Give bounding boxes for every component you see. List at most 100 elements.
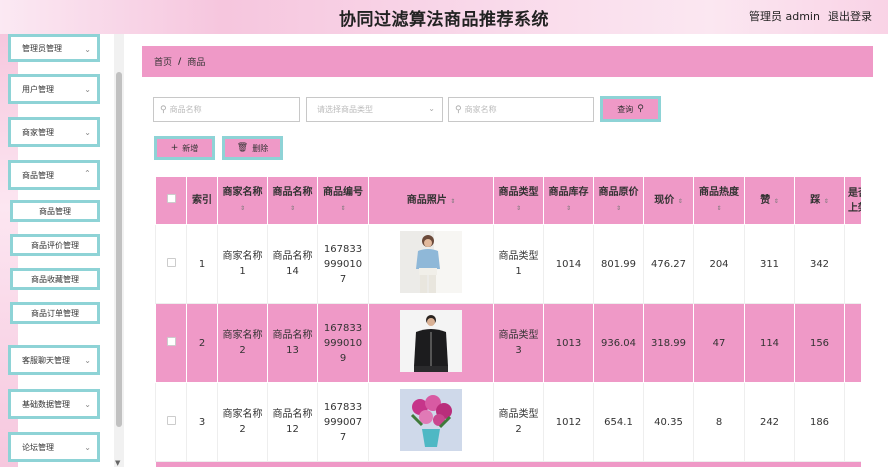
chevron-down-icon: ⌄ xyxy=(84,443,91,452)
sort-icon: ⇕ xyxy=(239,205,246,212)
sort-icon: ⇕ xyxy=(565,205,572,212)
column-header[interactable]: 现价 ⇕ xyxy=(643,176,694,225)
sidebar-subitem-product-reviews[interactable]: 商品评价管理 xyxy=(10,234,100,256)
trash-icon: 🗑 xyxy=(236,143,249,153)
cell-original-price: 936.04 xyxy=(593,303,644,383)
search-icon: ⚲ xyxy=(455,104,462,115)
chevron-down-icon: ⌄ xyxy=(428,104,435,113)
table-row[interactable]: 3 商家名称2 商品名称12 1678339990077 商品类型2 1012 … xyxy=(155,382,861,462)
breadcrumb-home[interactable]: 首页 xyxy=(154,55,172,68)
sidebar-item-label: 管理员管理 xyxy=(22,43,62,53)
cell-likes: 242 xyxy=(744,382,795,462)
sidebar-item-label: 客服聊天管理 xyxy=(22,355,70,365)
cell-extra xyxy=(844,303,861,383)
sort-icon: ⇕ xyxy=(515,205,522,212)
sidebar-item-base-data[interactable]: 基础数据管理 ⌄ xyxy=(8,389,100,419)
row-checkbox[interactable] xyxy=(155,382,187,462)
cell-product: 商品名称12 xyxy=(267,382,318,462)
search-icon: ⚲ xyxy=(637,104,644,114)
column-header[interactable]: 商品库存 ⇕ xyxy=(543,176,594,225)
column-header[interactable]: 商品热度 ⇕ xyxy=(693,176,745,225)
sidebar: 管理员管理 ⌄ 用户管理 ⌄ 商家管理 ⌄ 商品管理 ⌄ 商品管理 商品评价管理… xyxy=(0,34,124,467)
sort-icon: ⇕ xyxy=(677,197,683,205)
sidebar-item-label: 商家管理 xyxy=(22,127,54,137)
cell-type: 商品类型2 xyxy=(493,382,544,462)
column-header[interactable]: 索引 xyxy=(186,176,218,225)
cell-likes: 114 xyxy=(744,303,795,383)
column-header[interactable]: 商品类型 ⇕ xyxy=(493,176,544,225)
scroll-down-arrow-icon[interactable]: ▼ xyxy=(115,459,120,467)
cell-photo[interactable] xyxy=(368,303,494,383)
cell-dislikes: 156 xyxy=(794,303,845,383)
chevron-up-icon: ⌄ xyxy=(84,168,91,177)
sidebar-subitem-label: 商品订单管理 xyxy=(31,308,79,318)
column-header[interactable]: 踩 ⇕ xyxy=(794,176,845,225)
chevron-down-icon: ⌄ xyxy=(84,45,91,54)
chevron-down-icon: ⌄ xyxy=(84,85,91,94)
sidebar-subitem-product-orders[interactable]: 商品订单管理 xyxy=(10,302,100,324)
sidebar-item-admin-management[interactable]: 管理员管理 ⌄ xyxy=(8,34,100,62)
product-type-select[interactable]: 请选择商品类型 ⌄ xyxy=(306,97,443,122)
logout-link[interactable]: 退出登录 xyxy=(828,8,872,24)
row-checkbox[interactable] xyxy=(155,303,187,383)
cell-index: 2 xyxy=(186,303,218,383)
sidebar-item-forum[interactable]: 论坛管理 ⌄ xyxy=(8,432,100,462)
product-name-search-input[interactable]: ⚲ 商品名称 xyxy=(153,97,300,122)
sidebar-scroll-thumb[interactable] xyxy=(116,72,122,427)
column-header[interactable]: 商品名称 ⇕ xyxy=(267,176,318,225)
flower-bouquet-photo xyxy=(400,388,462,451)
select-all-checkbox[interactable] xyxy=(155,176,187,225)
cell-index: 1 xyxy=(186,224,218,304)
column-header[interactable]: 赞 ⇕ xyxy=(744,176,795,225)
cell-extra xyxy=(844,224,861,304)
cell-original-price: 654.1 xyxy=(593,382,644,462)
sidebar-subitem-product-favorites[interactable]: 商品收藏管理 xyxy=(10,268,100,290)
table-row[interactable]: 1 商家名称1 商品名称14 1678339990107 商品类型1 1014 … xyxy=(155,224,861,304)
sort-icon: ⇕ xyxy=(289,205,296,212)
chevron-down-icon: ⌄ xyxy=(84,356,91,365)
add-label: 新增 xyxy=(182,143,199,153)
product-name-placeholder: 商品名称 xyxy=(169,105,202,114)
cell-code: 1678339990077 xyxy=(317,382,369,462)
cell-merchant: 商家名称2 xyxy=(217,303,268,383)
query-button[interactable]: 查询 ⚲ xyxy=(600,96,661,122)
cell-merchant: 商家名称2 xyxy=(217,382,268,462)
cell-original-price: 801.99 xyxy=(593,224,644,304)
sidebar-subitem-products[interactable]: 商品管理 xyxy=(10,200,100,222)
sort-icon: ⇕ xyxy=(773,197,779,205)
sidebar-subitem-label: 商品管理 xyxy=(39,206,71,216)
sidebar-item-merchant-management[interactable]: 商家管理 ⌄ xyxy=(8,117,100,147)
table-header-row: 索引 商家名称 ⇕ 商品名称 ⇕ 商品编号 ⇕ 商品照片 ⇕ 商品类型 ⇕ 商品… xyxy=(155,176,861,225)
column-header[interactable]: 商品编号 ⇕ xyxy=(317,176,369,225)
cell-code: 1678339990107 xyxy=(317,224,369,304)
sidebar-item-user-management[interactable]: 用户管理 ⌄ xyxy=(8,74,100,104)
cell-dislikes: 342 xyxy=(794,224,845,304)
column-header[interactable]: 是否上架 xyxy=(844,176,861,225)
table-row[interactable] xyxy=(155,461,861,467)
plus-icon: + xyxy=(170,143,179,153)
cell-heat: 47 xyxy=(693,303,745,383)
sidebar-subitem-label: 商品评价管理 xyxy=(31,240,79,250)
column-header[interactable]: 商家名称 ⇕ xyxy=(217,176,268,225)
cell-photo[interactable] xyxy=(368,224,494,304)
cell-price: 476.27 xyxy=(643,224,694,304)
cell-photo[interactable] xyxy=(368,382,494,462)
add-button[interactable]: + 新增 xyxy=(154,136,215,160)
table-row[interactable]: 2 商家名称2 商品名称13 1678339990109 商品类型3 1013 xyxy=(155,303,861,383)
column-header[interactable]: 商品照片 ⇕ xyxy=(368,176,494,225)
breadcrumb-separator: / xyxy=(178,56,182,67)
product-type-placeholder: 请选择商品类型 xyxy=(317,105,373,114)
breadcrumb-current: 商品 xyxy=(187,58,206,68)
product-table: 索引 商家名称 ⇕ 商品名称 ⇕ 商品编号 ⇕ 商品照片 ⇕ 商品类型 ⇕ 商品… xyxy=(155,176,861,467)
cell-heat: 204 xyxy=(693,224,745,304)
column-header[interactable]: 商品原价 ⇕ xyxy=(593,176,644,225)
sidebar-item-customer-chat[interactable]: 客服聊天管理 ⌄ xyxy=(8,345,100,375)
cell-dislikes: 186 xyxy=(794,382,845,462)
row-checkbox[interactable] xyxy=(155,224,187,304)
cell-stock: 1012 xyxy=(543,382,594,462)
delete-button[interactable]: 🗑 删除 xyxy=(222,136,283,160)
merchant-name-search-input[interactable]: ⚲ 商家名称 xyxy=(448,97,594,122)
search-icon: ⚲ xyxy=(160,104,167,115)
sidebar-item-product-management[interactable]: 商品管理 ⌄ xyxy=(8,160,100,190)
cell-extra xyxy=(844,382,861,462)
